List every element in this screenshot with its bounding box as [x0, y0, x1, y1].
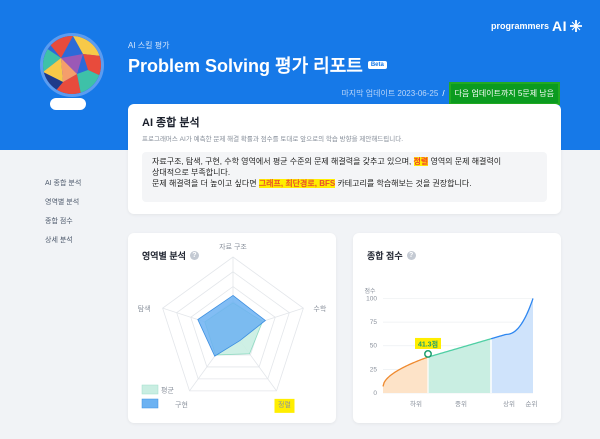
weak-area-highlight: 정렬	[413, 157, 429, 166]
beta-badge: Beta	[367, 61, 387, 69]
report-eyebrow: AI 스킬 평가	[128, 41, 170, 50]
separator: /	[442, 89, 445, 98]
sidebar-item-detail-analysis[interactable]: 상세 분석	[45, 235, 81, 254]
score-label: 41.3점	[418, 339, 438, 348]
legend-swatch-average	[141, 384, 159, 395]
summary-description: 프로그래머스 AI가 예측한 문제 해결 확률과 점수를 토대로 앞으로의 학습…	[142, 136, 404, 143]
summary-line2: 상대적으로 부족합니다.	[152, 168, 231, 177]
sidebar-item-ai-summary[interactable]: AI 종합 분석	[45, 178, 81, 197]
summary-title: AI 종합 분석	[142, 117, 200, 129]
x-tick-label: 중위	[455, 400, 467, 408]
radar-chart: 자료 구조수학정렬 구현 탐색평균	[138, 242, 327, 413]
area-segment-low	[383, 357, 428, 393]
update-info: 마지막 업데이트 2023-06-25 / 다음 업데이트까지 5문제 남음	[341, 82, 560, 105]
summary-line1-a: 자료구조, 탐색, 구현, 수학 영역에서 평균 수준의 문제 해결력을 갖추고…	[152, 157, 414, 166]
x-tick-label: 하위	[410, 399, 422, 408]
radar-axis-label: 탐색	[138, 304, 151, 313]
legend-label-average: 평균	[161, 386, 174, 395]
profile-avatar	[40, 33, 104, 97]
score-distribution-chart: 점수 0 25 50 75 100 41.3점하위 중위 상위 순위	[364, 288, 538, 408]
sparkle-icon	[570, 20, 582, 32]
y-axis-label: 점수	[364, 288, 376, 295]
legend-swatch-user	[141, 398, 159, 409]
sidebar-nav: AI 종합 분석 영역별 분석 종합 점수 상세 분석	[45, 178, 81, 254]
radar-axis-label: 구현	[175, 401, 188, 409]
page-title: Problem Solving 평가 리포트 Beta	[128, 52, 387, 78]
sidebar-item-total-score[interactable]: 종합 점수	[45, 216, 81, 235]
user-name-pill	[50, 98, 86, 110]
page-title-text: Problem Solving 평가 리포트	[128, 56, 363, 76]
area-analysis-card: 영역별 분석 ? 자료 구조 수학 정렬 구현 탐색 평균	[128, 233, 336, 423]
last-updated: 마지막 업데이트 2023-06-25	[341, 89, 439, 98]
y-tick-label: 50	[370, 343, 378, 350]
y-tick-label: 0	[373, 390, 377, 397]
brand-mark: AI	[552, 18, 567, 34]
score-marker-dot	[424, 350, 432, 358]
y-tick-label: 25	[370, 366, 378, 373]
radar-axis-label: 자료 구조	[219, 242, 247, 251]
summary-text-box: 자료구조, 탐색, 구현, 수학 영역에서 평균 수준의 문제 해결력을 갖추고…	[142, 152, 547, 202]
total-score-card: 종합 점수 ? 점수 0 25 50 75 100 41.3점 하위 중위 상위 순위	[353, 233, 561, 423]
summary-line3-b: 카테고리를 학습해보는 것을 권장합니다.	[335, 179, 472, 188]
summary-line1-b: 영역의 문제 해결력이	[428, 157, 502, 166]
radar-axis-label: 수학	[313, 304, 326, 313]
y-tick-label: 75	[370, 319, 378, 326]
recommended-categories-highlight: 그래프, 최단경로, BFS	[258, 179, 336, 188]
summary-line3-a: 문제 해결력을 더 높이고 싶다면	[152, 179, 259, 188]
programmers-ai-logo[interactable]: programmers AI	[491, 18, 582, 34]
area-segment-high	[491, 298, 533, 393]
brand-name: programmers	[490, 21, 549, 31]
x-tick-label: 상위	[503, 399, 515, 408]
remaining-problems-badge: 다음 업데이트까지 5문제 남음	[448, 82, 560, 105]
y-tick-label: 100	[366, 295, 377, 302]
ai-summary-card: AI 종합 분석 프로그래머스 AI가 예측한 문제 해결 확률과 점수를 토대…	[128, 104, 561, 214]
x-tick-label: 순위	[526, 400, 538, 408]
sidebar-item-area-analysis[interactable]: 영역별 분석	[45, 197, 81, 216]
radar-axis-label: 정렬	[278, 400, 291, 409]
